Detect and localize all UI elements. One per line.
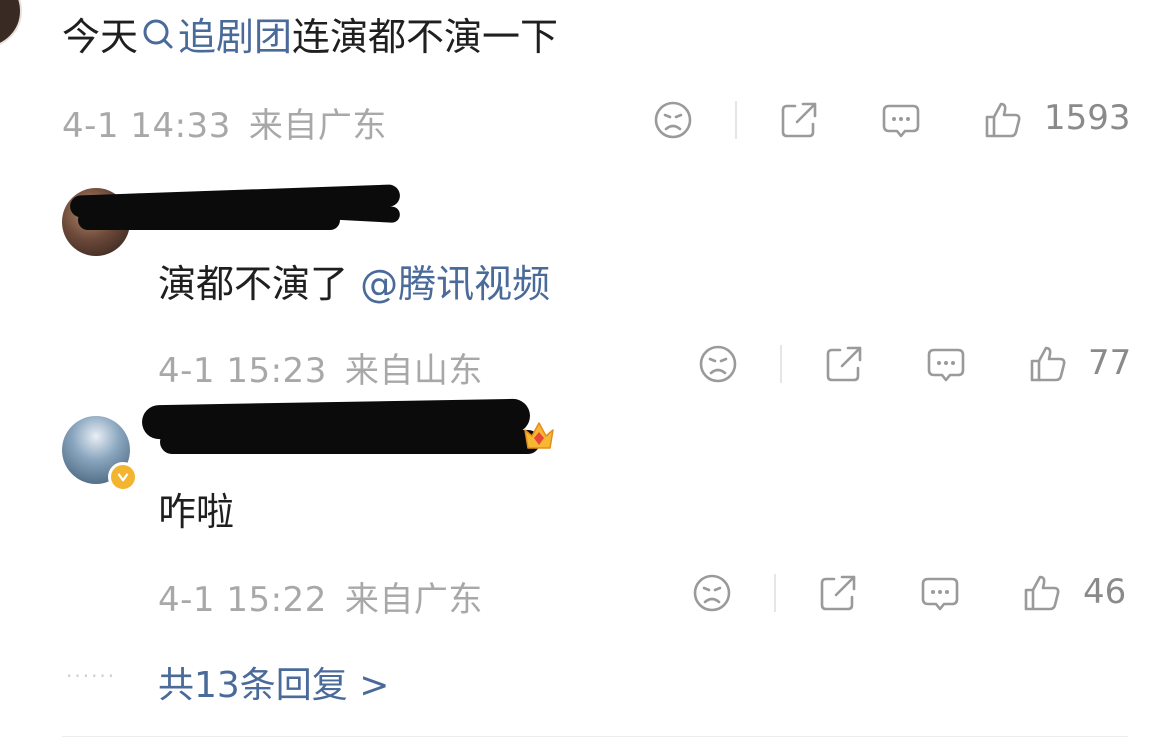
post-location: 来自广东 xyxy=(248,106,387,146)
post-meta: 4-1 14:33 来自广东 xyxy=(62,98,387,147)
action-divider xyxy=(735,101,737,139)
topic-link[interactable]: 追剧团 xyxy=(178,15,292,59)
reply-meta: 4-1 15:22 来自广东 xyxy=(158,572,483,621)
comment-icon xyxy=(882,104,920,138)
reply-body: 演都不演了 xyxy=(158,262,349,306)
top-avatar[interactable] xyxy=(0,0,22,48)
thumbs-up-icon xyxy=(985,102,1021,138)
action-divider xyxy=(780,345,782,383)
like-count: 46 xyxy=(1083,572,1127,612)
like-button[interactable] xyxy=(981,98,1025,142)
dislike-button[interactable] xyxy=(651,98,695,142)
sad-face-icon xyxy=(654,101,692,139)
crown-icon xyxy=(522,418,556,456)
like-button[interactable] xyxy=(1020,571,1064,615)
comment-icon xyxy=(921,577,959,611)
more-replies-dots: ······ xyxy=(66,664,117,688)
comment-button[interactable] xyxy=(879,98,923,142)
reply-text: 咋啦 xyxy=(158,490,235,534)
reply-time: 4-1 15:23 xyxy=(158,351,327,391)
reply-location: 来自山东 xyxy=(344,351,483,391)
dislike-button[interactable] xyxy=(696,342,740,386)
sad-face-icon xyxy=(693,574,731,612)
reply-time: 4-1 15:22 xyxy=(158,580,327,620)
like-button[interactable] xyxy=(1026,342,1070,386)
post-time: 4-1 14:33 xyxy=(62,106,231,146)
search-icon xyxy=(140,14,176,54)
reply-text: 演都不演了 @腾讯视频 xyxy=(158,259,550,309)
share-button[interactable] xyxy=(816,571,860,615)
more-replies-link[interactable]: 共13条回复 > xyxy=(158,656,389,708)
share-icon xyxy=(781,102,817,138)
reply-meta: 4-1 15:23 来自山东 xyxy=(158,343,483,392)
reply-location: 来自广东 xyxy=(344,580,483,620)
post-text-before: 今天 xyxy=(62,15,139,59)
like-count: 77 xyxy=(1088,343,1132,383)
sad-face-icon xyxy=(699,345,737,383)
action-divider xyxy=(774,574,776,612)
share-button[interactable] xyxy=(822,342,866,386)
post-text-after: 连演都不演一下 xyxy=(292,15,559,59)
comment-button[interactable] xyxy=(918,571,962,615)
comment-icon xyxy=(927,348,965,382)
bottom-divider xyxy=(62,736,1128,737)
redacted-username xyxy=(160,430,540,454)
like-count: 1593 xyxy=(1044,98,1131,138)
dislike-button[interactable] xyxy=(690,571,734,615)
post-text: 今天 追剧团连演都不演一下 xyxy=(62,12,558,62)
verified-badge-icon xyxy=(108,462,138,492)
share-icon xyxy=(826,346,862,382)
share-button[interactable] xyxy=(777,98,821,142)
share-icon xyxy=(820,575,856,611)
thumbs-up-icon xyxy=(1030,346,1066,382)
mention-link[interactable]: @腾讯视频 xyxy=(360,262,550,306)
comment-button[interactable] xyxy=(924,342,968,386)
thumbs-up-icon xyxy=(1024,575,1060,611)
